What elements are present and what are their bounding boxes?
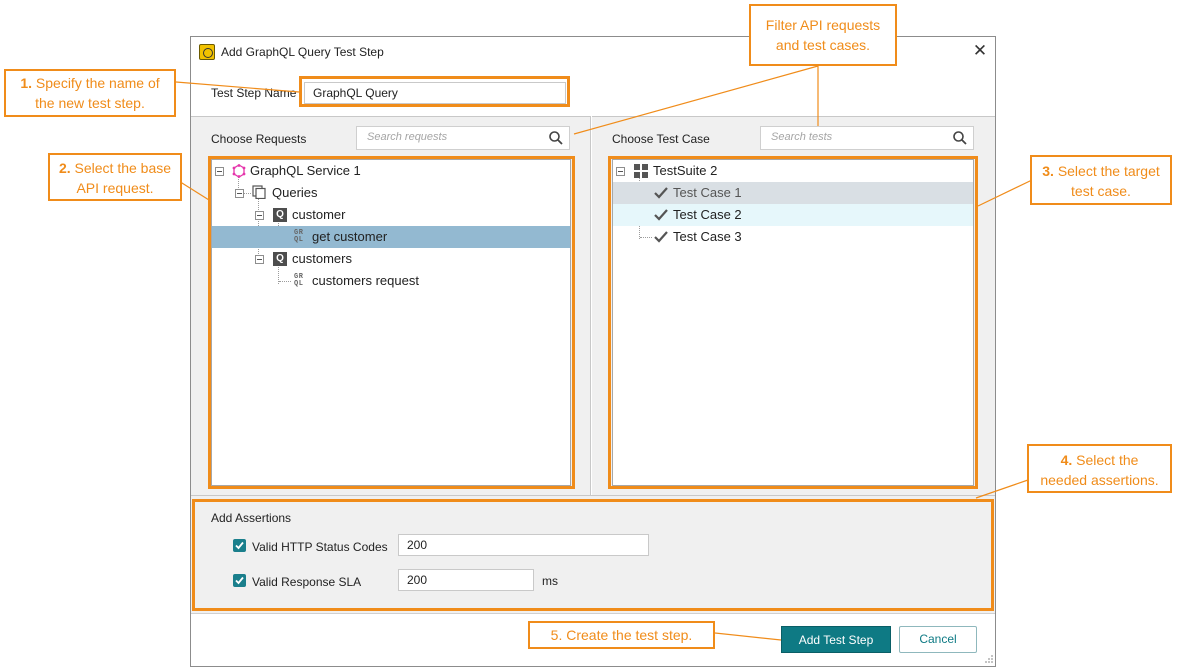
- callout-1: 1. Specify the name of the new test step…: [4, 69, 176, 117]
- callout-3: 3. Select the target test case.: [1030, 155, 1172, 205]
- callout-2-text-2: API request.: [76, 180, 154, 196]
- callout-filter: Filter API requests and test cases.: [749, 4, 897, 66]
- callout-filter-text: Filter API requests: [765, 17, 881, 33]
- callout-1-text: Specify the name of: [35, 75, 160, 91]
- callout-2-number: 2.: [58, 160, 71, 176]
- callout-2-text: Select the base: [74, 160, 172, 176]
- callout-4-text-2: needed assertions.: [1040, 472, 1159, 488]
- callout-4-text: Select the: [1076, 452, 1139, 468]
- callout-3-text: Select the target: [1057, 163, 1160, 179]
- callout-1-text-2: the new test step.: [35, 95, 145, 111]
- callout-4: 4. Select the needed assertions.: [1027, 444, 1172, 493]
- callout-filter-text-2: and test cases.: [775, 37, 871, 53]
- callout-connectors: [173, 65, 1033, 641]
- callout-4-number: 4.: [1060, 452, 1073, 468]
- callout-5-text: 5. Create the test step.: [550, 627, 693, 643]
- callout-2: 2. Select the base API request.: [48, 153, 182, 201]
- callout-3-number: 3.: [1042, 163, 1054, 179]
- callout-1-number: 1.: [20, 75, 33, 91]
- callout-3-text-2: test case.: [1071, 183, 1131, 199]
- callout-5: 5. Create the test step.: [528, 621, 715, 649]
